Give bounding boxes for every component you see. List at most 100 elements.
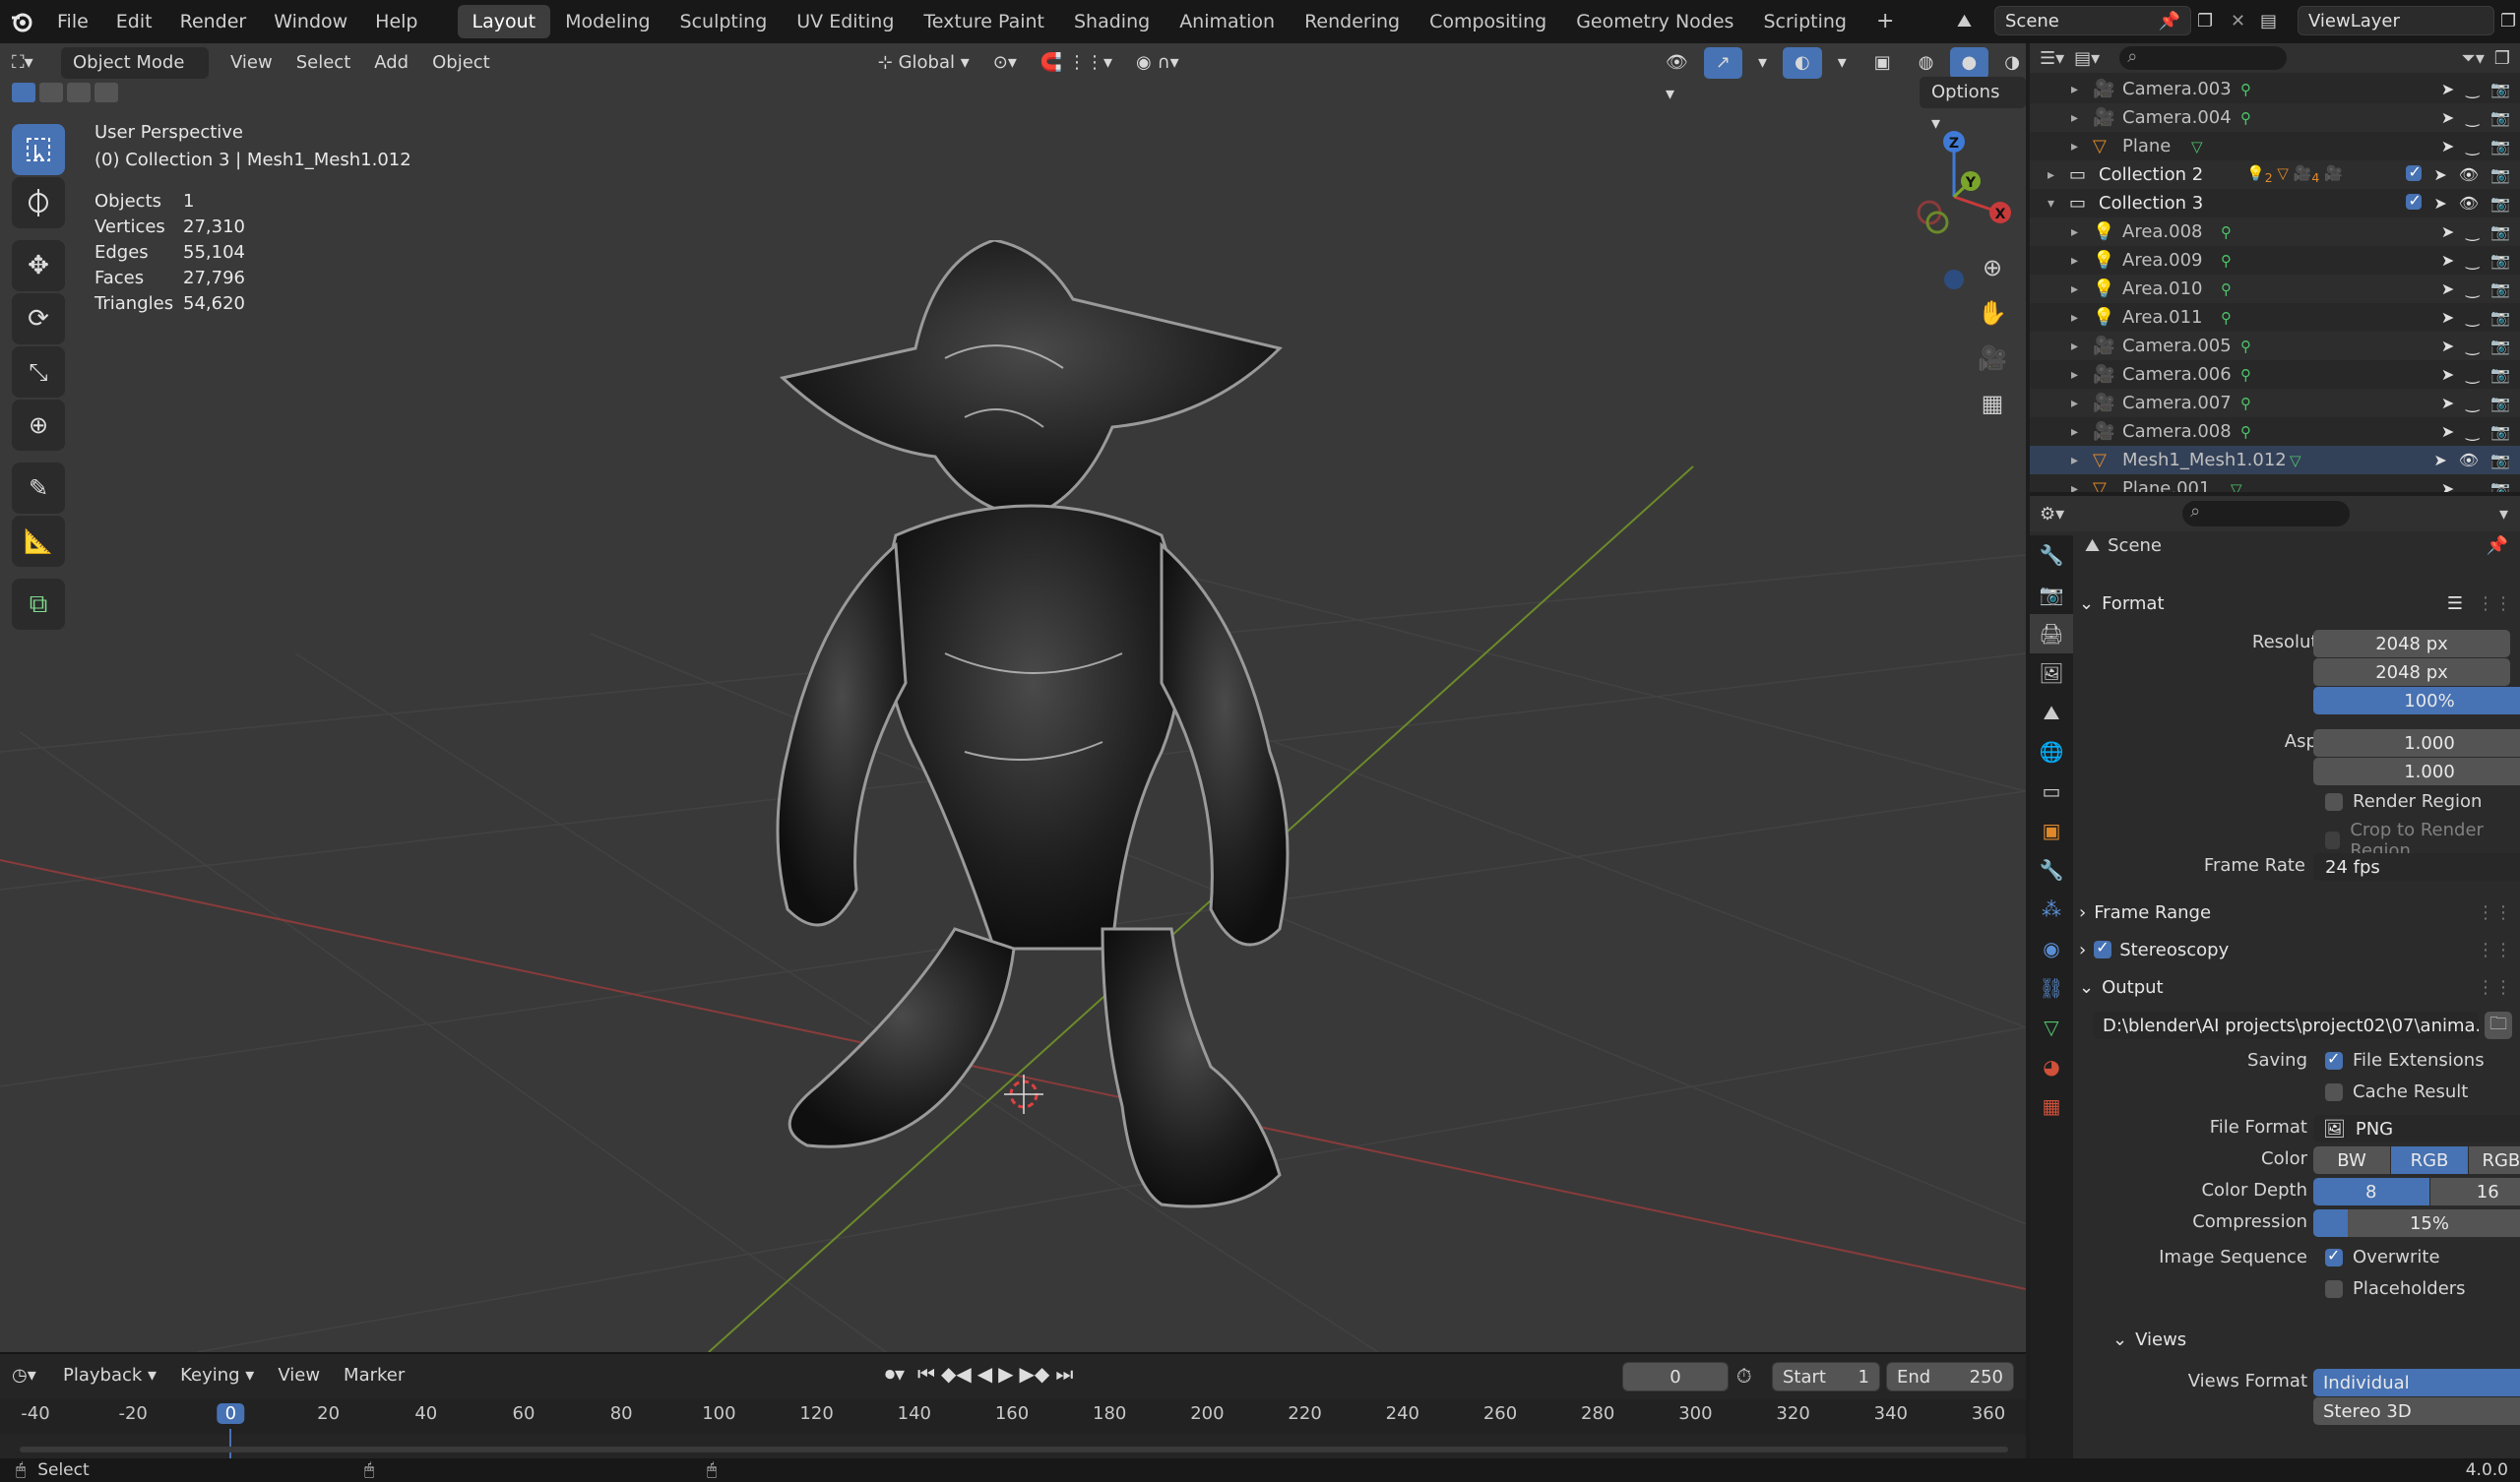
visibility-eye-icon[interactable]: ‿ (2466, 365, 2479, 384)
light-data-icon[interactable]: ⚲ (2221, 223, 2232, 241)
playhead-line[interactable] (229, 1429, 232, 1458)
transform-orientation-dropdown[interactable]: ⊹ Global ▾ (866, 47, 981, 79)
scene-field[interactable]: Scene 📌 (1994, 6, 2191, 35)
jump-end-icon[interactable]: ⏭ (1055, 1362, 1073, 1386)
tab-modeling[interactable]: Modeling (550, 5, 664, 38)
mesh-data-icon[interactable]: ▽ (2191, 138, 2203, 155)
menu-marker[interactable]: Marker (332, 1360, 416, 1391)
outliner-row[interactable]: ▸ ▽ Plane.001 ▽ ➤ ‿ 📷 (2030, 474, 2520, 492)
outliner-row[interactable]: ▸ 🎥 Camera.008 ⚲ ➤ ‿ 📷 (2030, 417, 2520, 446)
editor-type-icon[interactable]: ⛶▾ (0, 47, 51, 79)
tab-sculpting[interactable]: Sculpting (665, 5, 783, 38)
annotate-tool-icon[interactable]: ✎ (12, 463, 65, 514)
prev-keyframe-icon[interactable]: ◆◀ (941, 1362, 972, 1386)
menu-object[interactable]: Object (420, 47, 502, 79)
render-camera-icon[interactable]: 📷 (2490, 308, 2510, 327)
view-layer-tab-icon[interactable]: 🖼 (2030, 653, 2073, 693)
outliner[interactable]: ☰▾ ▤▾ ⌕ ⏷▾ ❐ ▸ 🎥 Camera.003 ⚲ ➤ ‿ 📷 ▸ 🎥 Camera.00… (2030, 43, 2520, 492)
crop-region-check[interactable] (2325, 832, 2341, 849)
render-camera-icon[interactable]: 📷 (2490, 251, 2510, 270)
chevron-right-icon[interactable]: ▸ (2071, 396, 2078, 411)
selectable-arrow-icon[interactable]: ➤ (2441, 108, 2454, 127)
menu-edit[interactable]: Edit (102, 0, 166, 43)
render-tab-icon[interactable]: 📷 (2030, 575, 2073, 614)
gizmo-dropdown-icon[interactable]: ▾ (1746, 47, 1779, 79)
menu-render[interactable]: Render (166, 0, 261, 43)
mesh-data-icon[interactable]: ▽ (2231, 480, 2242, 493)
drag-handle-icon[interactable]: ⋮⋮ (2477, 977, 2512, 998)
chevron-right-icon[interactable]: ▸ (2071, 424, 2078, 440)
visibility-eye-icon[interactable]: ‿ (2466, 422, 2479, 441)
object-tab-icon[interactable]: ▣ (2030, 811, 2073, 850)
options-button[interactable]: Options ▾ (1920, 77, 2026, 134)
color-depth-16-button[interactable]: 16 (2429, 1178, 2520, 1205)
menu-help[interactable]: Help (361, 0, 431, 43)
pin-properties-icon[interactable]: 📌 (2487, 535, 2508, 556)
output-panel-header[interactable]: ⌄ Output ⋮⋮ (2079, 970, 2512, 1004)
light-data-icon[interactable]: ⚲ (2221, 309, 2232, 327)
timeline-scrollbar[interactable] (20, 1447, 2008, 1452)
properties-editor-icon[interactable]: ⚙▾ (2040, 504, 2064, 525)
tab-shading[interactable]: Shading (1059, 5, 1165, 38)
material-shading-icon[interactable]: ◑ (1992, 47, 2026, 79)
render-region-check[interactable] (2325, 792, 2343, 811)
collection-tab-icon[interactable]: ▭ (2030, 772, 2073, 811)
cache-result-check[interactable] (2325, 1082, 2343, 1101)
selectable-arrow-icon[interactable]: ➤ (2441, 80, 2454, 98)
overlays-icon[interactable]: ◐ (1783, 47, 1822, 79)
resolution-percent-slider[interactable]: 100% (2313, 687, 2520, 714)
menu-window[interactable]: Window (260, 0, 361, 43)
chevron-right-icon[interactable]: ▸ (2048, 167, 2054, 183)
gizmo-icon[interactable]: ↗ (1703, 47, 1742, 79)
cursor-tool-icon[interactable] (12, 177, 65, 228)
visibility-eye-icon[interactable]: ‿ (2466, 394, 2479, 412)
delete-scene-icon[interactable]: ✕ (2231, 11, 2254, 31)
visibility-eye-icon[interactable]: 👁 (2459, 451, 2479, 469)
tab-uv-editing[interactable]: UV Editing (782, 5, 909, 38)
snap-icon[interactable]: 🧲 ⋮⋮▾ (1029, 47, 1124, 79)
selectable-arrow-icon[interactable]: ➤ (2441, 251, 2454, 270)
selectable-arrow-icon[interactable]: ➤ (2433, 194, 2446, 213)
light-data-icon[interactable]: ⚲ (2221, 252, 2232, 270)
zoom-icon[interactable]: ⊕ (1971, 246, 2014, 289)
chevron-right-icon[interactable]: ▸ (2071, 82, 2078, 97)
drag-handle-icon[interactable]: ⋮⋮ (2477, 902, 2512, 923)
render-camera-icon[interactable]: 📷 (2490, 451, 2510, 469)
visibility-eye-icon[interactable]: ‿ (2466, 337, 2479, 355)
select-subtract-icon[interactable] (67, 83, 91, 102)
camera-data-icon[interactable]: ⚲ (2240, 423, 2251, 441)
timeline-editor-icon[interactable]: ◷▾ (0, 1360, 51, 1391)
constraints-tab-icon[interactable]: ⛓ (2030, 968, 2073, 1008)
selectable-arrow-icon[interactable]: ➤ (2441, 308, 2454, 327)
render-camera-icon[interactable]: 📷 (2490, 108, 2510, 127)
file-extensions-check[interactable] (2325, 1049, 2343, 1070)
pan-hand-icon[interactable]: ✋ (1971, 291, 2014, 335)
menu-select[interactable]: Select (284, 47, 363, 79)
play-reverse-icon[interactable]: ◀ (977, 1362, 992, 1386)
tool-tab-icon[interactable]: 🔧 (2030, 535, 2073, 575)
selectable-arrow-icon[interactable]: ➤ (2441, 279, 2454, 298)
render-camera-icon[interactable]: 📷 (2490, 165, 2510, 184)
select-new-icon[interactable] (12, 83, 35, 102)
color-rgb-button[interactable]: RGB (2391, 1146, 2468, 1174)
output-path-input[interactable]: D:\blender\AI projects\project02\07\anim… (2093, 1012, 2479, 1039)
visibility-eye-icon[interactable]: ‿ (2466, 108, 2479, 127)
selectable-arrow-icon[interactable]: ➤ (2441, 479, 2454, 492)
scene-icon[interactable]: ⛰ (1957, 11, 1988, 31)
visibility-eye-icon[interactable]: 👁 (2459, 165, 2479, 184)
chevron-right-icon[interactable]: ▸ (2071, 367, 2078, 383)
overlays-dropdown-icon[interactable]: ▾ (1826, 47, 1858, 79)
outliner-row[interactable]: ▾ ▭ Collection 3 ➤ 👁 📷 (2030, 189, 2520, 217)
chevron-right-icon[interactable]: ▸ (2071, 310, 2078, 326)
chevron-right-icon[interactable]: ▸ (2071, 281, 2078, 297)
outliner-row[interactable]: ▸ ▽ Mesh1_Mesh1.012 ▽ ➤ 👁 📷 (2030, 446, 2520, 474)
pin-icon[interactable]: 📌 (2159, 11, 2180, 31)
selectable-arrow-icon[interactable]: ➤ (2433, 451, 2446, 469)
display-mode-icon[interactable]: ▤▾ (2074, 48, 2100, 69)
visibility-eye-icon[interactable]: ‿ (2466, 80, 2479, 98)
start-frame-field[interactable]: Start 1 (1772, 1362, 1880, 1391)
selectable-arrow-icon[interactable]: ➤ (2441, 137, 2454, 155)
visibility-eye-icon[interactable]: ‿ (2466, 251, 2479, 270)
physics-tab-icon[interactable]: ◉ (2030, 929, 2073, 968)
outliner-row[interactable]: ▸ 🎥 Camera.003 ⚲ ➤ ‿ 📷 (2030, 75, 2520, 103)
